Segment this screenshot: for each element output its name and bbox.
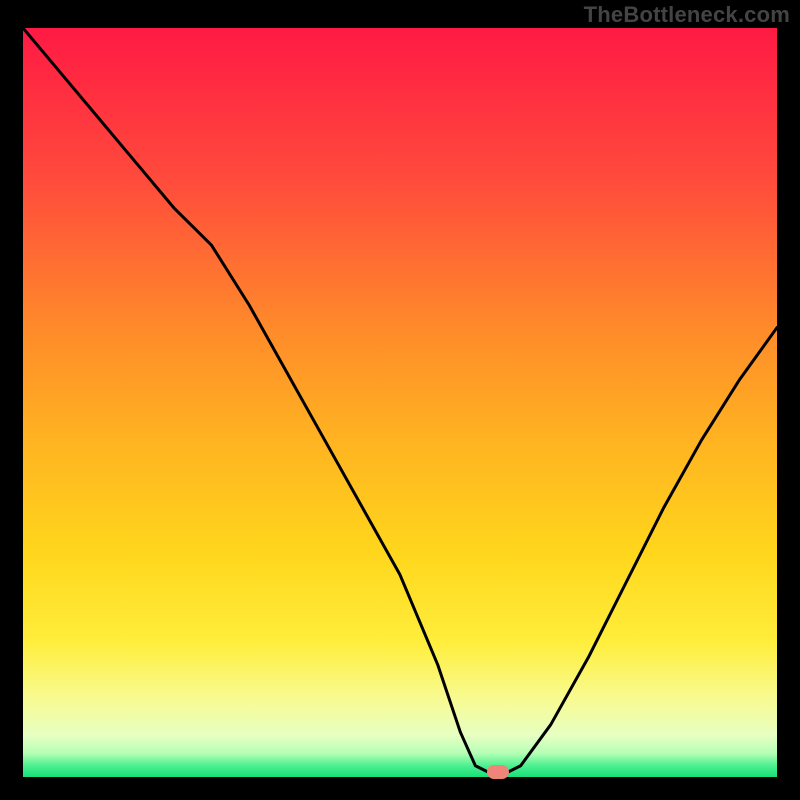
chart-plot-area [23,28,777,777]
chart-background [23,28,777,777]
chart-frame: TheBottleneck.com [0,0,800,800]
optimum-marker [487,765,509,779]
watermark-text: TheBottleneck.com [584,2,790,28]
chart-svg [23,28,777,777]
